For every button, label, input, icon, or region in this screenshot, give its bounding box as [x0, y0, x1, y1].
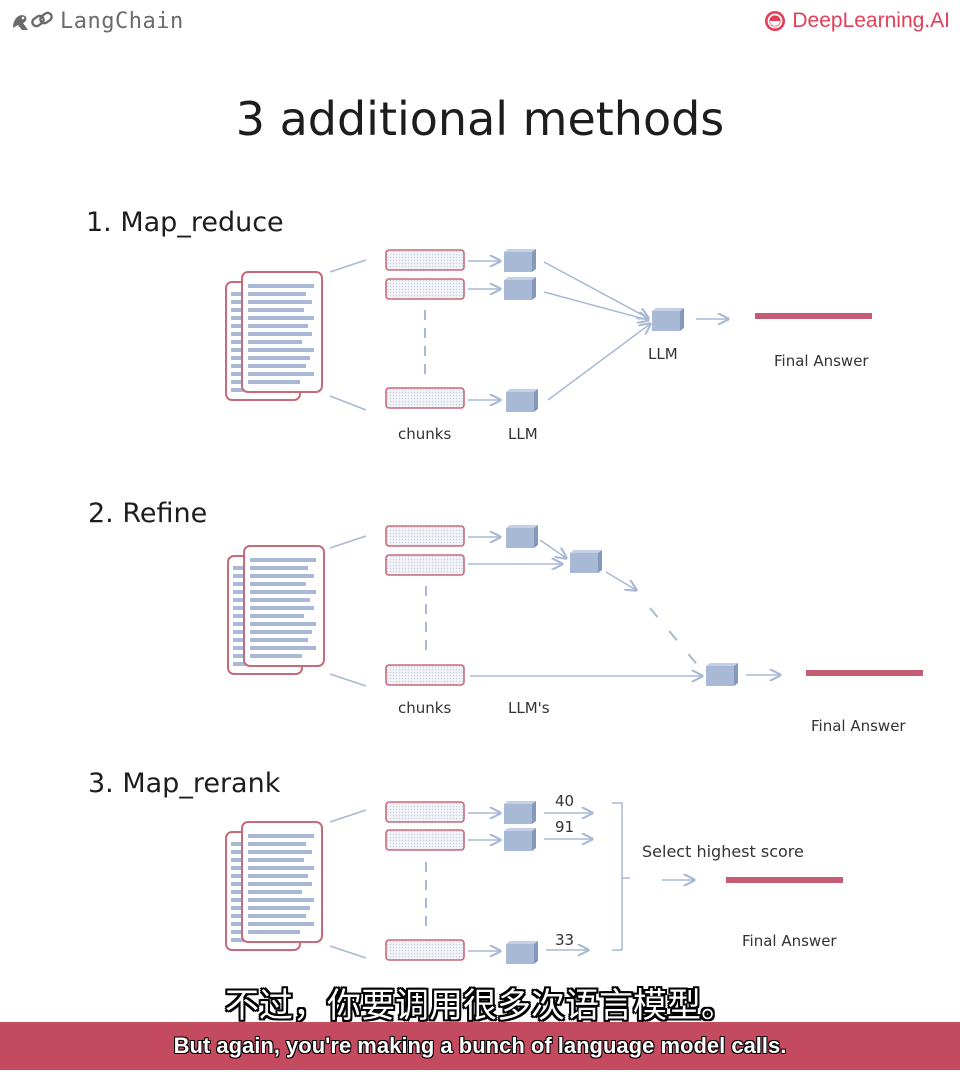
- subtitle-bar: But again, you're making a bunch of lang…: [0, 1022, 960, 1070]
- methods-diagram: [224, 249, 923, 964]
- chunk-block: [385, 278, 465, 300]
- llm-cube: [506, 525, 538, 548]
- select-highest-score-label: Select highest score: [642, 842, 804, 861]
- score-label: 33: [555, 931, 575, 949]
- llm-cube: [504, 249, 536, 272]
- chunk-block: [385, 554, 465, 576]
- chunks-label: chunks: [398, 699, 452, 717]
- llm-cube: [504, 801, 536, 824]
- chunk-block: [385, 664, 465, 686]
- chunk-block: [385, 525, 465, 547]
- chunk-block: [385, 829, 465, 851]
- subtitle-english: But again, you're making a bunch of lang…: [173, 1033, 787, 1058]
- final-answer-label: Final Answer: [811, 717, 906, 735]
- chunk-block: [385, 801, 465, 823]
- combine-llm-label: LLM: [648, 345, 678, 363]
- llm-cube: [706, 663, 738, 686]
- llm-cube: [570, 550, 602, 573]
- chunk-block: [385, 387, 465, 409]
- score-label: 91: [555, 818, 575, 836]
- document-stack: [224, 820, 324, 952]
- combine-llm-cube: [652, 308, 684, 331]
- llm-label: LLM: [508, 425, 538, 443]
- llm-cube: [504, 277, 536, 300]
- final-answer-label: Final Answer: [742, 932, 837, 950]
- final-answer-bar: [755, 313, 872, 319]
- map-reduce-diagram: [224, 249, 872, 412]
- document-stack: [224, 270, 324, 402]
- llms-label: LLM's: [508, 699, 550, 717]
- llm-cube: [504, 828, 536, 851]
- chunk-block: [385, 939, 465, 961]
- document-stack: [226, 544, 326, 676]
- refine-diagram: [226, 525, 923, 687]
- chunk-block: [385, 249, 465, 271]
- llm-cube: [506, 941, 538, 964]
- chunks-label: chunks: [398, 425, 452, 443]
- final-answer-label: Final Answer: [774, 352, 869, 370]
- score-label: 40: [555, 792, 575, 810]
- final-answer-bar: [726, 877, 843, 883]
- final-answer-bar: [806, 670, 923, 676]
- llm-cube: [506, 389, 538, 412]
- subtitle-chinese: 不过，你要调用很多次语言模型。: [225, 986, 735, 1026]
